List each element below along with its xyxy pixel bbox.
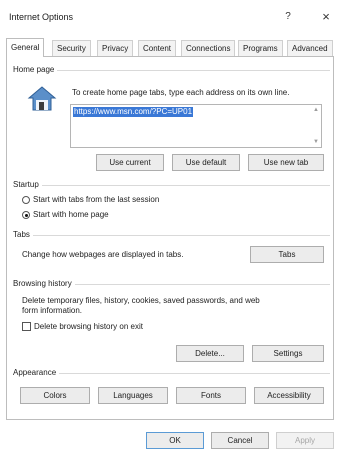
startup-last-session-radio[interactable] [22,196,30,204]
help-button[interactable]: ? [280,9,296,25]
appearance-divider [14,373,330,374]
fonts-button[interactable]: Fonts [176,387,246,404]
startup-divider [14,185,330,186]
startup-home-page-label[interactable]: Start with home page [33,210,109,219]
settings-button[interactable]: Settings [252,345,324,362]
delete-on-exit-label[interactable]: Delete browsing history on exit [34,322,143,331]
delete-button[interactable]: Delete... [176,345,244,362]
startup-home-page-radio[interactable] [22,211,30,219]
tab-privacy[interactable]: Privacy [97,40,134,56]
home-page-url-value: https://www.msn.com/?PC=UP01 [73,107,194,117]
cancel-button[interactable]: Cancel [211,432,269,449]
delete-on-exit-checkbox[interactable] [22,322,31,331]
tabs-section-divider [14,235,330,236]
home-page-group-label: Home page [13,65,58,74]
tabs-group-label: Tabs [13,230,33,239]
ok-button[interactable]: OK [146,432,204,449]
use-default-button[interactable]: Use default [172,154,240,171]
use-new-tab-button[interactable]: Use new tab [248,154,324,171]
home-page-divider [14,70,330,71]
tab-programs[interactable]: Programs [238,40,283,56]
use-current-button[interactable]: Use current [96,154,164,171]
home-page-description: To create home page tabs, type each addr… [72,88,290,97]
browsing-history-group-label: Browsing history [13,279,75,288]
tab-strip: General Security Privacy Content Connect… [6,38,335,57]
tab-general[interactable]: General [6,38,45,57]
home-icon [27,86,57,112]
startup-group-label: Startup [13,180,42,189]
browsing-history-description-line2: form information. [22,306,83,315]
tab-content[interactable]: Content [138,40,177,56]
tabs-description: Change how webpages are displayed in tab… [22,250,184,259]
appearance-group-label: Appearance [13,368,60,377]
startup-last-session-label[interactable]: Start with tabs from the last session [33,195,159,204]
tabs-button[interactable]: Tabs [250,246,324,263]
browsing-history-description-line1: Delete temporary files, history, cookies… [22,296,260,305]
tab-advanced[interactable]: Advanced [287,40,333,56]
close-button[interactable]: × [318,9,334,25]
home-page-url-textarea[interactable]: https://www.msn.com/?PC=UP01 ▲ ▼ [70,104,322,148]
apply-button[interactable]: Apply [276,432,334,449]
languages-button[interactable]: Languages [98,387,168,404]
tab-security[interactable]: Security [52,40,91,56]
scroll-up-arrow-icon[interactable]: ▲ [312,106,320,114]
tab-connections[interactable]: Connections [181,40,236,56]
scroll-down-arrow-icon[interactable]: ▼ [312,138,320,146]
colors-button[interactable]: Colors [20,387,90,404]
window-title: Internet Options [9,12,74,22]
accessibility-button[interactable]: Accessibility [254,387,324,404]
